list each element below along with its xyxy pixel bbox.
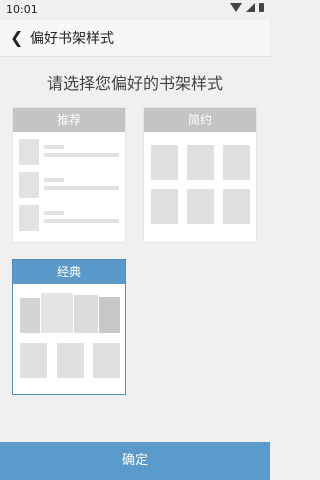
back-arrow-icon[interactable]: ❮ <box>10 28 23 47</box>
preview-row <box>19 205 119 231</box>
style-card-simple[interactable]: 简约 <box>144 108 256 242</box>
style-card-recommend[interactable]: 推荐 <box>13 108 125 242</box>
style-card-label: 简约 <box>144 108 256 132</box>
preview-shelf <box>20 293 120 333</box>
style-card-classic[interactable]: 经典 <box>13 260 125 394</box>
preview-book-row <box>20 343 120 378</box>
battery-icon <box>259 3 264 12</box>
confirm-button[interactable]: 确定 <box>0 442 270 480</box>
status-bar: 10:01 <box>0 0 270 20</box>
page-title: 偏好书架样式 <box>30 31 114 47</box>
status-icons <box>230 3 264 12</box>
signal-icon <box>246 3 255 12</box>
wifi-icon <box>230 3 242 12</box>
app-bar: ❮ 偏好书架样式 <box>0 20 270 57</box>
status-time: 10:01 <box>6 3 38 16</box>
style-card-label: 推荐 <box>13 108 125 132</box>
preview-row <box>19 139 119 165</box>
style-card-label: 经典 <box>13 260 125 284</box>
preview-book-grid <box>151 145 250 224</box>
preview-row <box>19 172 119 198</box>
instruction-heading: 请选择您偏好的书架样式 <box>46 74 223 93</box>
